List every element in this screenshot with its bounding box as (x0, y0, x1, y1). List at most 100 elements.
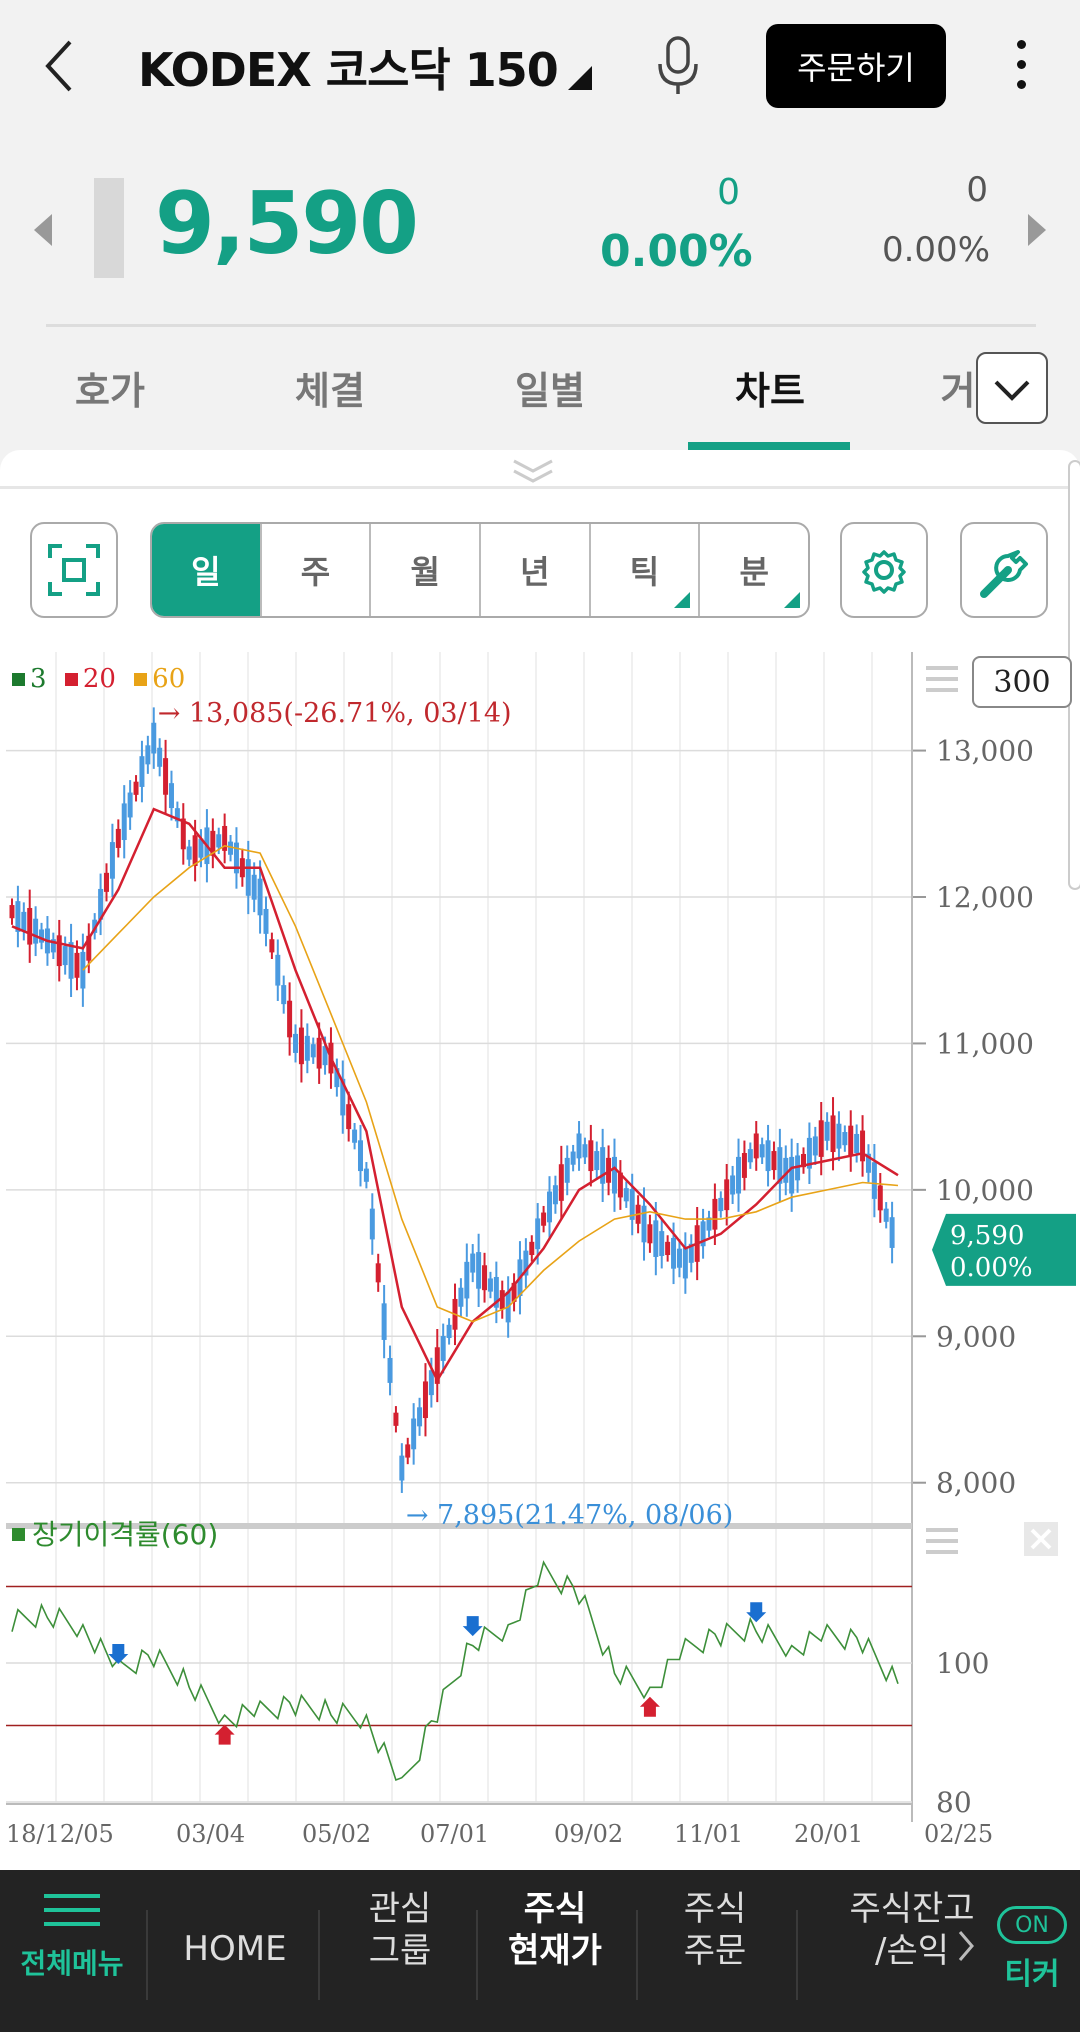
candle-body (27, 907, 33, 945)
nav-separator (476, 1910, 478, 2000)
candle-body (145, 745, 151, 765)
nav-all-menu[interactable]: 전체메뉴 (12, 1888, 132, 1982)
price-change-pct: 0.00% (600, 226, 753, 277)
period-day[interactable]: 일 (152, 524, 262, 616)
tab-hoga[interactable]: 호가 (60, 360, 160, 415)
nav-separator (636, 1910, 638, 2000)
secondary-change: 0 (966, 170, 988, 210)
candle-body (535, 1218, 541, 1250)
x-tick-label: 09/02 (554, 1820, 623, 1848)
candle-body (464, 1261, 470, 1299)
period-minute[interactable]: 분 (700, 524, 808, 616)
candle-body (724, 1179, 730, 1211)
candle-body (611, 1156, 617, 1194)
candle-body (275, 954, 281, 986)
tab-chart[interactable]: 차트 (720, 360, 820, 415)
prev-stock-arrow-icon[interactable] (34, 214, 52, 246)
nav-stock-order[interactable]: 주식 주문 (650, 1888, 780, 1972)
period-count-input[interactable]: 300 (972, 656, 1072, 708)
y-tick-label: 12,000 (936, 881, 1034, 914)
tab-partial[interactable]: 거 (938, 360, 978, 415)
current-price: 9,590 (155, 174, 419, 274)
chevron-right-icon[interactable] (956, 1928, 976, 1964)
nav-ticker[interactable]: 티커 (994, 1954, 1070, 1996)
x-tick-label: 03/04 (176, 1820, 245, 1848)
current-price-tag-label: 9,590 (950, 1221, 1024, 1251)
divider (46, 324, 1036, 327)
indicator-close-icon[interactable] (1024, 1522, 1058, 1556)
tab-ilbyeol[interactable]: 일별 (500, 360, 600, 415)
price-indicator-bar (94, 178, 124, 278)
candle-body (883, 1208, 889, 1222)
tools-button[interactable] (960, 522, 1048, 618)
menu-icon (44, 1894, 100, 1926)
candle-body (115, 828, 121, 848)
candle-body (269, 939, 275, 953)
nav-home[interactable]: HOME (170, 1928, 300, 1970)
indicator-menu-icon[interactable] (926, 1528, 958, 1558)
ticker-on-badge[interactable]: ON (997, 1906, 1067, 1944)
mic-icon[interactable] (652, 34, 704, 98)
settings-button[interactable] (840, 522, 928, 618)
period-year[interactable]: 년 (481, 524, 591, 616)
candle-body (104, 872, 110, 892)
candle-body (482, 1265, 488, 1291)
price-change: 0 (717, 172, 740, 213)
nav-watch-group[interactable]: 관심 그룹 (340, 1888, 460, 1972)
x-tick-label: 05/02 (302, 1820, 371, 1848)
candle-body (109, 842, 115, 879)
candle-body (889, 1217, 895, 1248)
candle-body (157, 747, 163, 767)
candle-body (387, 1358, 393, 1383)
candle-body (860, 1130, 866, 1162)
candle-body (576, 1133, 582, 1159)
candle-body (257, 878, 263, 916)
tab-bar: 호가 체결 일별 차트 거 (0, 330, 1080, 450)
period-tick-label: 틱 (629, 553, 660, 591)
period-tick[interactable]: 틱 (591, 524, 701, 616)
panel-divider (0, 486, 1080, 489)
stock-chart[interactable]: 13,000 12,000 11,000 10,000 9,000 8,000 → 13,0… (0, 652, 1080, 1862)
period-month[interactable]: 월 (371, 524, 482, 616)
candle-body (552, 1185, 558, 1205)
candle-body (363, 1168, 369, 1182)
x-tick-label: 02/25 (924, 1820, 993, 1848)
candle-body (310, 1044, 316, 1058)
high-annotation: → 13,085(-26.71%, 03/14) (158, 698, 512, 729)
fullscreen-icon (48, 544, 100, 596)
candle-body (263, 908, 269, 934)
period-week[interactable]: 주 (262, 524, 372, 616)
order-button[interactable]: 주문하기 (766, 24, 946, 108)
stock-title[interactable]: KODEX 코스닥 150 (138, 34, 559, 100)
x-tick-label: 11/01 (674, 1820, 743, 1848)
ma60-swatch (134, 673, 148, 686)
active-tab-indicator (688, 442, 850, 450)
tab-chegyeol[interactable]: 체결 (280, 360, 380, 415)
next-stock-arrow-icon[interactable] (1028, 214, 1046, 246)
back-icon[interactable] (40, 36, 80, 96)
tab-expand-button[interactable] (976, 352, 1048, 424)
candle-body (151, 722, 157, 754)
gear-icon (862, 550, 906, 594)
collapse-chevron-icon[interactable] (510, 457, 556, 487)
secondary-change-pct: 0.00% (881, 230, 990, 270)
candle-body (245, 859, 251, 896)
nav-current-price[interactable]: 주식 현재가 (490, 1888, 620, 1972)
candle-body (346, 1104, 352, 1130)
candle-body (641, 1205, 647, 1243)
candle-body (487, 1278, 493, 1292)
chart-menu-icon[interactable] (926, 666, 958, 696)
low-annotation: → 7,895(21.47%, 08/06) (406, 1500, 733, 1531)
chevron-down-icon (994, 380, 1030, 401)
fullscreen-button[interactable] (30, 522, 118, 618)
more-options-icon[interactable] (1006, 40, 1036, 96)
candle-body (582, 1144, 588, 1158)
header-bar: KODEX 코스닥 150 주문하기 (0, 0, 1080, 140)
stock-dropdown-icon[interactable] (568, 66, 592, 90)
ma-legend: 3 20 60 (12, 664, 185, 694)
candle-body (405, 1444, 411, 1458)
candle-body (216, 834, 222, 848)
candle-body (357, 1140, 363, 1172)
indicator-legend-swatch (12, 1528, 25, 1541)
candle-body (168, 783, 174, 809)
